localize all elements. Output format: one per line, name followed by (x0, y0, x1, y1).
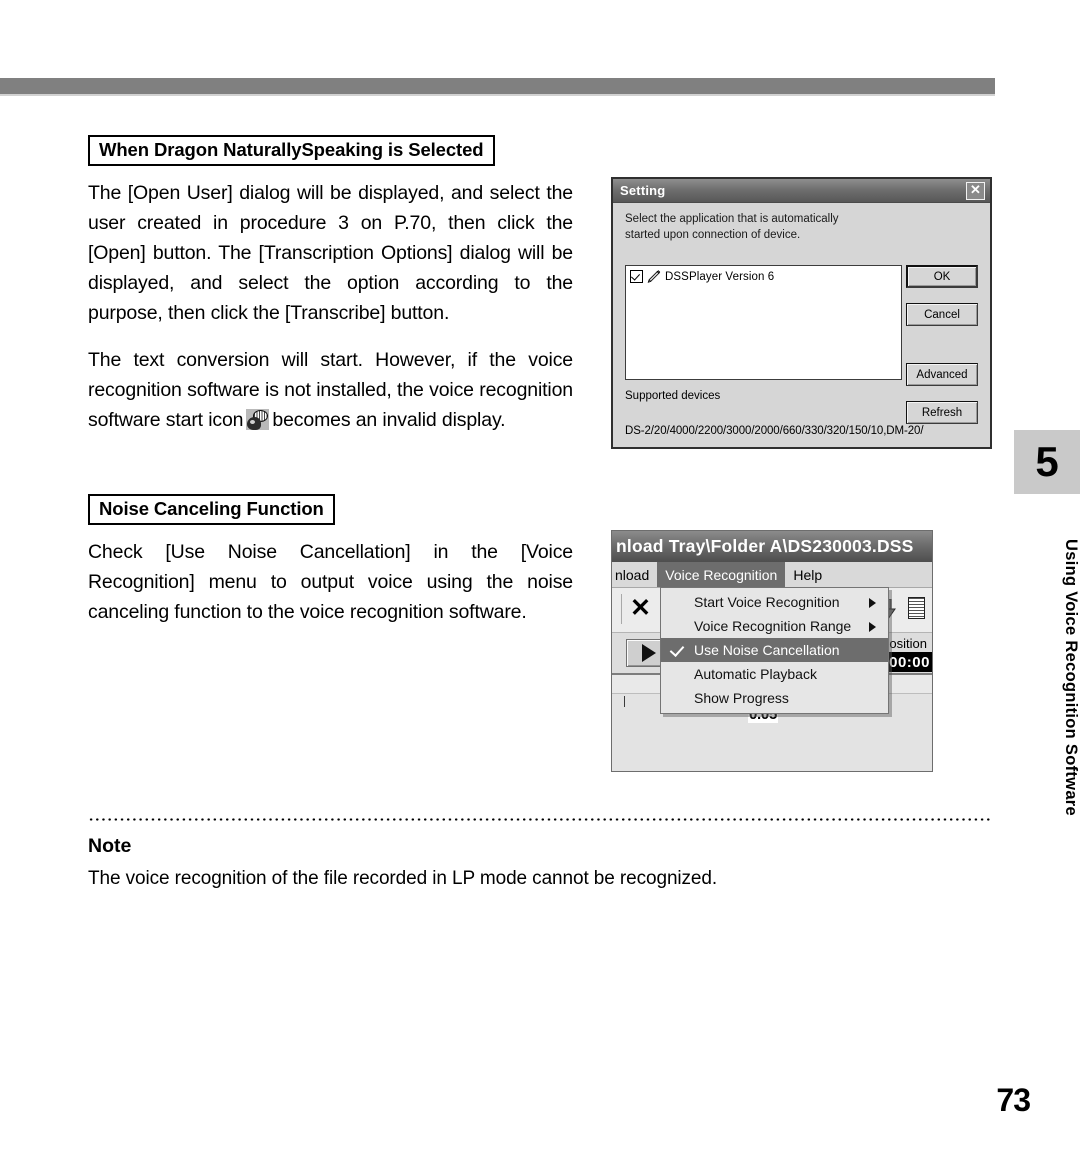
setting-dialog-body: Select the application that is automatic… (613, 203, 990, 447)
toolbar-separator (621, 594, 622, 624)
refresh-button[interactable]: Refresh (906, 401, 978, 424)
section-heading-noise: Noise Canceling Function (88, 493, 335, 526)
checkmark-icon (669, 641, 685, 658)
list-item[interactable]: DSSPlayer Version 6 (630, 270, 897, 283)
chapter-side-tab: 5 Using Voice Recognition Software (1014, 430, 1080, 842)
application-list[interactable]: DSSPlayer Version 6 (625, 265, 902, 380)
menu-option-label: Start Voice Recognition (694, 594, 840, 610)
paragraph-noise-cancellation: Check [Use Noise Cancellation] in the [V… (88, 541, 573, 623)
menu-option-use-noise-cancellation[interactable]: Use Noise Cancellation (661, 638, 888, 662)
page-number: 73 (996, 1082, 1031, 1118)
document-icon[interactable] (908, 597, 925, 619)
page-header-rule (0, 78, 995, 96)
setting-dialog-title: Setting (620, 183, 666, 198)
checkbox-dssplayer[interactable] (630, 270, 643, 283)
dss-player-titlebar: nload Tray\Folder A\DS230003.DSS (612, 531, 932, 562)
ruler-tick (624, 696, 625, 707)
menu-option-label: Use Noise Cancellation (694, 642, 840, 658)
supported-devices-label: Supported devices (625, 390, 721, 402)
dss-player-window: nload Tray\Folder A\DS230003.DSS nload V… (611, 530, 933, 772)
paragraph-text-conversion: The text conversion will start. However,… (88, 346, 573, 435)
voice-recognition-dropdown-menu[interactable]: Start Voice Recognition Voice Recognitio… (660, 587, 889, 714)
section-dragon: When Dragon NaturallySpeaking is Selecte… (88, 135, 573, 436)
chapter-title: Using Voice Recognition Software (1062, 538, 1080, 816)
ok-button[interactable]: OK (906, 265, 978, 288)
setting-dialog-description: Select the application that is automatic… (625, 213, 839, 241)
dss-player-menubar: nload Voice Recognition Help (612, 562, 932, 588)
menu-option-show-progress[interactable]: Show Progress (661, 686, 888, 710)
menu-item-voice-recognition[interactable]: Voice Recognition (657, 562, 786, 587)
submenu-arrow-icon (869, 598, 876, 608)
note-divider (88, 818, 993, 821)
setting-dialog: Setting ✕ Select the application that is… (611, 177, 992, 449)
menu-item-download[interactable]: nload (612, 562, 657, 587)
note-heading: Note (88, 835, 132, 857)
position-label: osition (889, 636, 927, 651)
menu-option-start-voice-recognition[interactable]: Start Voice Recognition (661, 590, 888, 614)
paragraph-open-user: The [Open User] dialog will be displayed… (88, 182, 573, 324)
menu-option-voice-recognition-range[interactable]: Voice Recognition Range (661, 614, 888, 638)
note-block: Note The voice recognition of the file r… (88, 818, 993, 890)
menu-option-label: Voice Recognition Range (694, 618, 852, 634)
section-heading-dragon: When Dragon NaturallySpeaking is Selecte… (88, 135, 495, 167)
paragraph-text-after-icon: becomes an invalid display. (272, 409, 506, 432)
advanced-button[interactable]: Advanced (906, 363, 978, 386)
delete-icon[interactable]: ✕ (630, 596, 651, 621)
pencil-icon (647, 270, 661, 283)
chapter-number: 5 (1035, 438, 1059, 485)
menu-option-label: Show Progress (694, 690, 789, 706)
content-column: When Dragon NaturallySpeaking is Selecte… (88, 135, 573, 628)
voice-recognition-start-icon (246, 409, 270, 431)
menu-item-help[interactable]: Help (785, 562, 830, 587)
cancel-button[interactable]: Cancel (906, 303, 978, 326)
section-noise-canceling: Noise Canceling Function Check [Use Nois… (88, 493, 573, 628)
close-icon[interactable]: ✕ (966, 182, 985, 200)
menu-option-label: Automatic Playback (694, 666, 817, 682)
submenu-arrow-icon (869, 622, 876, 632)
supported-devices-value: DS-2/20/4000/2200/3000/2000/660/330/320/… (625, 425, 924, 437)
setting-dialog-titlebar: Setting ✕ (613, 179, 990, 203)
note-text: The voice recognition of the file record… (88, 868, 718, 889)
menu-option-automatic-playback[interactable]: Automatic Playback (661, 662, 888, 686)
list-item-label: DSSPlayer Version 6 (665, 270, 775, 283)
chapter-number-box: 5 (1014, 430, 1080, 494)
